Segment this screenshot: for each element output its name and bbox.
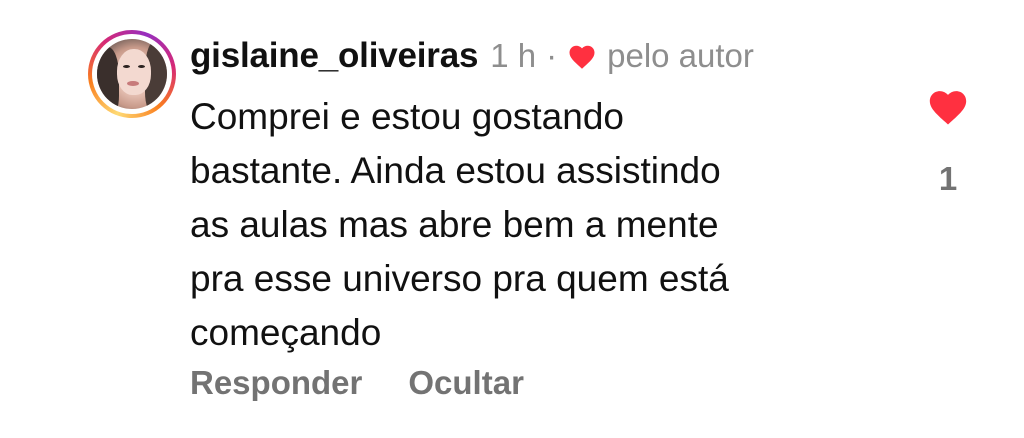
avatar[interactable]: [88, 30, 176, 118]
comment-text-line: pra esse universo pra quem está: [190, 258, 729, 299]
liked-by-author-label: pelo autor: [607, 37, 754, 74]
comment-text: Comprei e estou gostando bastante. Ainda…: [190, 90, 890, 360]
comment-text-line: Comprei e estou gostando: [190, 96, 624, 137]
heart-icon: [569, 45, 595, 69]
meta-separator: ·: [546, 37, 558, 74]
comment-actions: Responder Ocultar: [190, 364, 524, 402]
hide-button[interactable]: Ocultar: [408, 364, 524, 402]
avatar-face: [117, 49, 151, 95]
avatar-hair-left: [97, 47, 119, 109]
comment-text-line: as aulas mas abre bem a mente: [190, 204, 719, 245]
comment-text-line: começando: [190, 312, 382, 353]
like-column: 1: [922, 86, 974, 198]
comment-time: 1 h: [490, 37, 537, 74]
avatar-photo: [97, 39, 167, 109]
avatar-eye-right: [138, 65, 145, 68]
like-count[interactable]: 1: [922, 160, 974, 198]
reply-button[interactable]: Responder: [190, 364, 362, 402]
avatar-lips: [127, 81, 139, 86]
username-link[interactable]: gislaine_oliveiras: [190, 36, 478, 76]
comment-text-line: bastante. Ainda estou assistindo: [190, 150, 721, 191]
like-heart-icon[interactable]: [925, 86, 971, 126]
comment-header: gislaine_oliveiras 1 h · pelo autor: [190, 36, 754, 76]
avatar-eye-left: [123, 65, 130, 68]
